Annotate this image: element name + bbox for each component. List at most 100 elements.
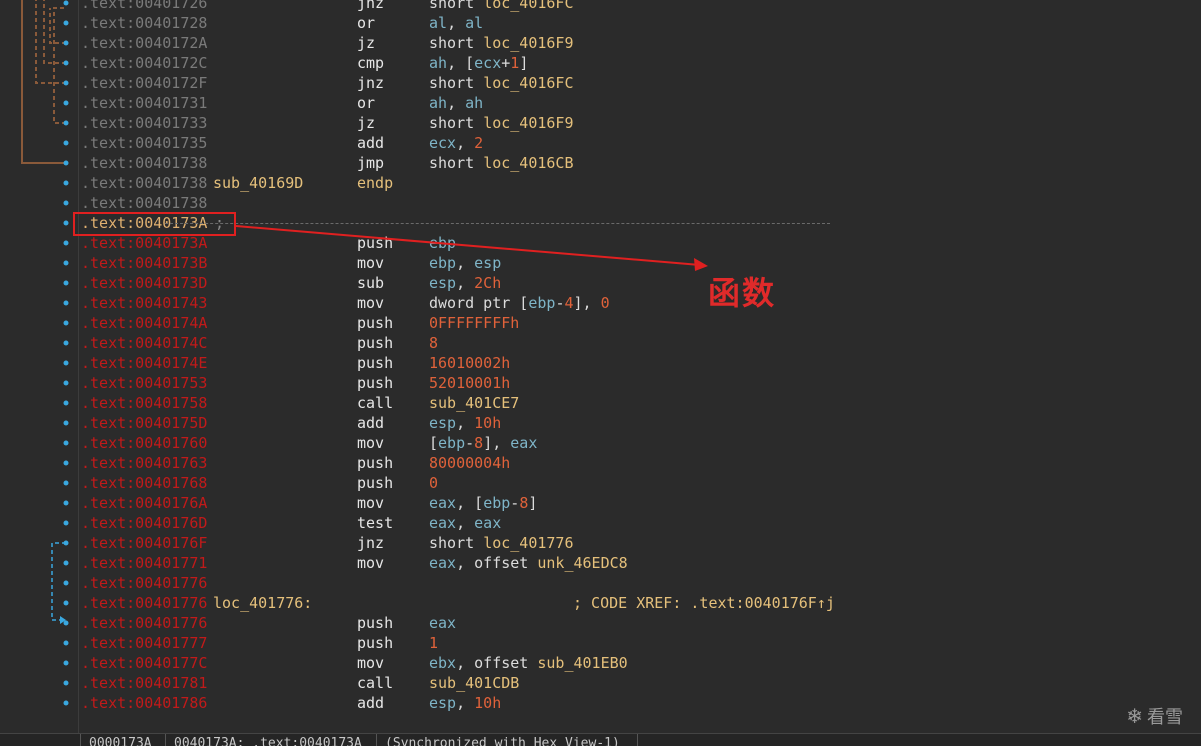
breakpoint-dot[interactable] — [63, 140, 69, 146]
line-address[interactable]: .text:00401735 — [81, 133, 207, 153]
line-address[interactable]: .text:00401726 — [81, 0, 207, 13]
line-address[interactable]: .text:0040177C — [81, 653, 207, 673]
breakpoint-dot[interactable] — [63, 240, 69, 246]
line-address[interactable]: .text:00401760 — [81, 433, 207, 453]
line-operands[interactable]: sub_401CE7 — [429, 393, 519, 413]
line-operands[interactable]: ecx, 2 — [429, 133, 483, 153]
line-mnemonic[interactable]: push — [357, 453, 393, 473]
breakpoint-dot[interactable] — [63, 480, 69, 486]
line-address[interactable]: .text:00401781 — [81, 673, 207, 693]
breakpoint-dot[interactable] — [63, 620, 69, 626]
line-operands[interactable]: short loc_4016F9 — [429, 113, 574, 133]
line-mnemonic[interactable]: endp — [357, 173, 393, 193]
line-address[interactable]: .text:0040175D — [81, 413, 207, 433]
line-mnemonic[interactable]: push — [357, 313, 393, 333]
line-operands[interactable]: 0FFFFFFFFh — [429, 313, 519, 333]
breakpoint-dot[interactable] — [63, 380, 69, 386]
breakpoint-dot[interactable] — [63, 340, 69, 346]
line-address[interactable]: .text:00401776 — [81, 613, 207, 633]
line-operands[interactable]: eax, offset unk_46EDC8 — [429, 553, 628, 573]
line-label[interactable]: sub_40169D — [213, 173, 303, 193]
breakpoint-dot[interactable] — [63, 640, 69, 646]
line-operands[interactable]: ebp, esp — [429, 253, 501, 273]
line-mnemonic[interactable]: push — [357, 333, 393, 353]
breakpoint-dot[interactable] — [63, 60, 69, 66]
line-address[interactable]: .text:00401776 — [81, 573, 207, 593]
line-mnemonic[interactable]: cmp — [357, 53, 384, 73]
line-operands[interactable]: short loc_401776 — [429, 533, 574, 553]
operand-token[interactable]: unk_46EDC8 — [537, 554, 627, 572]
line-mnemonic[interactable]: add — [357, 693, 384, 713]
disassembly-listing[interactable]: .text:00401726 jnz short loc_4016FC .text:0… — [78, 0, 1201, 733]
breakpoint-dot[interactable] — [63, 660, 69, 666]
line-address[interactable]: .text:0040176A — [81, 493, 207, 513]
line-mnemonic[interactable]: mov — [357, 553, 384, 573]
line-operands[interactable]: 0 — [429, 473, 438, 493]
line-address[interactable]: .text:00401777 — [81, 633, 207, 653]
breakpoint-dot[interactable] — [63, 320, 69, 326]
breakpoint-dot[interactable] — [63, 280, 69, 286]
line-operands[interactable]: [ebp-8], eax — [429, 433, 537, 453]
line-mnemonic[interactable]: sub — [357, 273, 384, 293]
line-operands[interactable]: ah, [ecx+1] — [429, 53, 528, 73]
operand-token[interactable]: loc_4016FC — [483, 74, 573, 92]
line-mnemonic[interactable]: push — [357, 233, 393, 253]
line-address[interactable]: .text:0040172C — [81, 53, 207, 73]
line-operands[interactable]: ebx, offset sub_401EB0 — [429, 653, 628, 673]
line-operands[interactable]: 1 — [429, 633, 438, 653]
breakpoint-dot[interactable] — [63, 460, 69, 466]
line-operands[interactable]: ah, ah — [429, 93, 483, 113]
line-address[interactable]: .text:0040176F — [81, 533, 207, 553]
line-address[interactable]: .text:0040172F — [81, 73, 207, 93]
breakpoint-dot[interactable] — [63, 580, 69, 586]
line-address[interactable]: .text:00401753 — [81, 373, 207, 393]
breakpoint-dot[interactable] — [63, 400, 69, 406]
line-mnemonic[interactable]: mov — [357, 433, 384, 453]
line-address[interactable]: .text:0040173A — [81, 233, 207, 253]
line-address[interactable]: .text:00401731 — [81, 93, 207, 113]
line-address[interactable]: .text:00401728 — [81, 13, 207, 33]
line-address[interactable]: .text:0040172A — [81, 33, 207, 53]
line-mnemonic[interactable]: or — [357, 13, 375, 33]
line-operands[interactable]: dword ptr [ebp-4], 0 — [429, 293, 610, 313]
breakpoint-dot[interactable] — [63, 680, 69, 686]
line-mnemonic[interactable]: push — [357, 613, 393, 633]
line-mnemonic[interactable]: test — [357, 513, 393, 533]
line-mnemonic[interactable]: jz — [357, 113, 375, 133]
breakpoint-dot[interactable] — [63, 180, 69, 186]
breakpoint-dot[interactable] — [63, 440, 69, 446]
line-operands[interactable]: eax — [429, 613, 456, 633]
operand-token[interactable]: sub_401CDB — [429, 674, 519, 692]
line-address[interactable]: .text:00401733 — [81, 113, 207, 133]
line-address[interactable]: .text:00401771 — [81, 553, 207, 573]
line-address[interactable]: .text:0040173D — [81, 273, 207, 293]
breakpoint-dot[interactable] — [63, 520, 69, 526]
line-mnemonic[interactable]: mov — [357, 493, 384, 513]
line-address[interactable]: .text:00401738 — [81, 153, 207, 173]
breakpoint-dot[interactable] — [63, 560, 69, 566]
operand-token[interactable]: loc_4016FC — [483, 0, 573, 12]
line-mnemonic[interactable]: call — [357, 393, 393, 413]
breakpoint-dot[interactable] — [63, 360, 69, 366]
line-address[interactable]: .text:00401768 — [81, 473, 207, 493]
line-mnemonic[interactable]: push — [357, 373, 393, 393]
breakpoint-dot[interactable] — [63, 120, 69, 126]
line-address[interactable]: .text:0040173B — [81, 253, 207, 273]
breakpoint-dot[interactable] — [63, 260, 69, 266]
operand-token[interactable]: loc_4016F9 — [483, 34, 573, 52]
line-label[interactable]: loc_401776: — [213, 593, 312, 613]
operand-token[interactable]: loc_4016CB — [483, 154, 573, 172]
operand-token[interactable]: loc_401776 — [483, 534, 573, 552]
line-address[interactable]: .text:00401786 — [81, 693, 207, 713]
line-mnemonic[interactable]: or — [357, 93, 375, 113]
breakpoint-dot[interactable] — [63, 160, 69, 166]
line-operands[interactable]: short loc_4016FC — [429, 73, 574, 93]
xref-comment[interactable]: ; CODE XREF: .text:0040176F↑j — [573, 593, 835, 613]
line-mnemonic[interactable]: call — [357, 673, 393, 693]
operand-token[interactable]: sub_401CE7 — [429, 394, 519, 412]
breakpoint-dot[interactable] — [63, 700, 69, 706]
line-operands[interactable]: eax, [ebp-8] — [429, 493, 537, 513]
line-operands[interactable]: 52010001h — [429, 373, 510, 393]
line-operands[interactable]: short loc_4016FC — [429, 0, 574, 13]
operand-token[interactable]: sub_401EB0 — [537, 654, 627, 672]
